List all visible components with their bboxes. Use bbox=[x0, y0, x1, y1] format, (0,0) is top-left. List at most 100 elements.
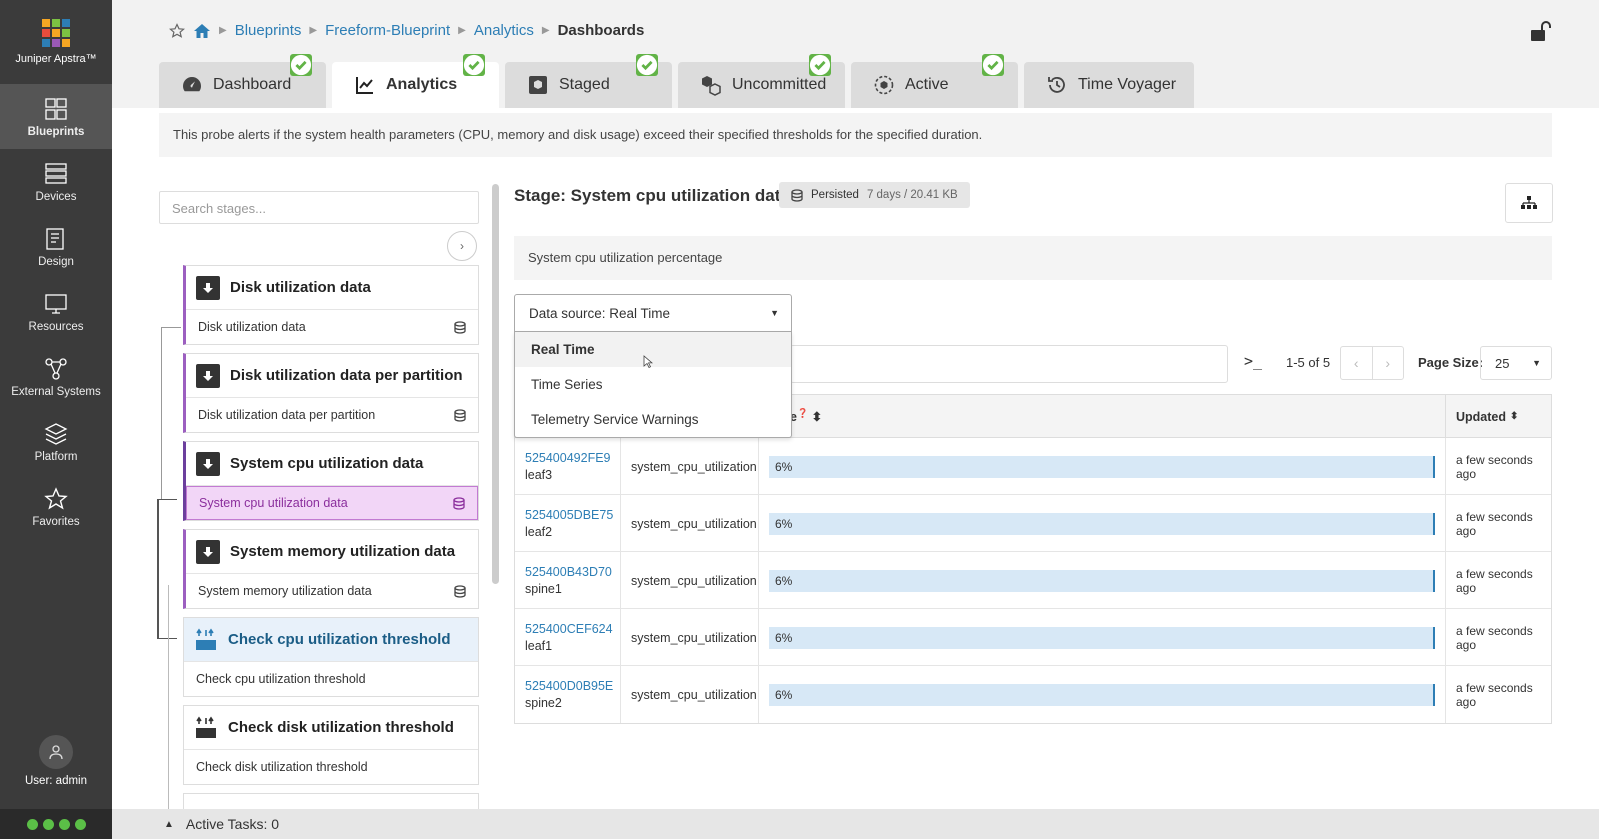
tab-staged[interactable]: Staged bbox=[505, 54, 672, 108]
history-icon bbox=[1048, 77, 1065, 93]
type-cell: system_cpu_utilization bbox=[620, 495, 758, 552]
tab-dashboard[interactable]: Dashboard bbox=[159, 54, 326, 108]
chevron-right-icon: › bbox=[460, 239, 464, 253]
user-menu[interactable]: User: admin bbox=[0, 735, 112, 787]
data-source-option-telemetry-warnings[interactable]: Telemetry Service Warnings bbox=[515, 402, 791, 437]
updated-cell: a few seconds ago bbox=[1445, 666, 1553, 723]
prev-page-button[interactable]: ‹ bbox=[1341, 347, 1372, 379]
sidebar-item-design[interactable]: Design bbox=[0, 214, 112, 279]
updated-cell: a few seconds ago bbox=[1445, 609, 1553, 666]
sidebar-item-platform[interactable]: Platform bbox=[0, 409, 112, 474]
value-bar: 6% bbox=[769, 683, 1435, 706]
system-id-link[interactable]: 525400D0B95E bbox=[525, 679, 620, 693]
stage-item-selected[interactable]: System cpu utilization data System cpu u… bbox=[183, 441, 479, 521]
sidebar-item-label: Design bbox=[38, 255, 74, 268]
caret-down-icon: ▼ bbox=[770, 308, 779, 318]
next-page-button[interactable]: › bbox=[1371, 347, 1404, 379]
blueprint-tabs: Dashboard Analytics Staged Uncommitted A… bbox=[159, 54, 1194, 108]
check-badge-icon bbox=[463, 54, 485, 76]
stage-list-scrollbar[interactable] bbox=[492, 184, 499, 584]
system-status-indicators[interactable] bbox=[0, 809, 112, 839]
design-icon bbox=[46, 227, 64, 250]
page-size-select[interactable]: 25 ▼ bbox=[1480, 346, 1552, 380]
sidebar: Juniper Apstra™ Blueprints Devices Desig… bbox=[0, 0, 112, 839]
breadcrumb-blueprints[interactable]: Blueprints bbox=[235, 22, 302, 39]
graph-view-button[interactable] bbox=[1505, 183, 1553, 223]
type-cell: system_cpu_utilization bbox=[620, 666, 758, 723]
sidebar-item-label: External Systems bbox=[11, 385, 101, 398]
system-id-link[interactable]: 525400B43D70 bbox=[525, 565, 620, 579]
stage-title-heading: Stage: System cpu utilization data bbox=[514, 186, 790, 205]
sidebar-item-resources[interactable]: Resources bbox=[0, 279, 112, 344]
resources-icon bbox=[45, 293, 67, 314]
bottom-bar[interactable]: ▲ Active Tasks: 0 bbox=[112, 809, 1599, 839]
table-row: 525400CEF624 leaf1 system_cpu_utilization… bbox=[515, 609, 1551, 666]
tab-uncommitted[interactable]: Uncommitted bbox=[678, 54, 845, 108]
cli-icon[interactable]: >_ bbox=[1244, 352, 1262, 370]
staged-icon bbox=[529, 76, 547, 94]
stage-title: System memory utilization data bbox=[230, 543, 456, 560]
sidebar-item-blueprints[interactable]: Blueprints bbox=[0, 84, 112, 149]
stage-item[interactable]: Check cpu utilization threshold Check cp… bbox=[183, 617, 479, 697]
tab-label: Uncommitted bbox=[732, 76, 827, 93]
sidebar-item-favorites[interactable]: Favorites bbox=[0, 474, 112, 539]
stage-item-partial[interactable] bbox=[183, 793, 479, 809]
check-badge-icon bbox=[982, 54, 1004, 76]
sidebar-item-devices[interactable]: Devices bbox=[0, 149, 112, 214]
stage-list: Disk utilization data Disk utilization d… bbox=[183, 265, 479, 809]
star-outline-icon[interactable] bbox=[169, 22, 185, 39]
tab-label: Active bbox=[905, 76, 949, 93]
tab-active[interactable]: Active bbox=[851, 54, 1018, 108]
tab-label: Time Voyager bbox=[1078, 76, 1177, 93]
sort-icon: ⬍ bbox=[1510, 411, 1519, 422]
sidebar-item-external-systems[interactable]: External Systems bbox=[0, 344, 112, 409]
breadcrumb-separator: ▶ bbox=[541, 25, 550, 36]
stage-item[interactable]: Disk utilization data per partition Disk… bbox=[183, 353, 479, 433]
stage-item[interactable]: System memory utilization data System me… bbox=[183, 529, 479, 609]
stage-subtitle: Check disk utilization threshold bbox=[196, 760, 368, 774]
page-size-value: 25 bbox=[1495, 355, 1510, 371]
stage-title: Disk utilization data per partition bbox=[230, 367, 463, 384]
database-icon bbox=[454, 408, 466, 422]
data-source-option-real-time[interactable]: Real Time bbox=[515, 332, 791, 367]
search-stages-input[interactable]: Search stages... bbox=[159, 191, 479, 224]
data-source-menu: Real Time Time Series Telemetry Service … bbox=[514, 332, 792, 438]
user-icon bbox=[39, 735, 73, 769]
tab-label: Staged bbox=[559, 76, 610, 93]
top-bar: ▶ Blueprints ▶ Freeform-Blueprint ▶ Anal… bbox=[112, 0, 1599, 108]
tab-time-voyager[interactable]: Time Voyager bbox=[1024, 62, 1194, 108]
value-bar: 6% bbox=[769, 455, 1435, 478]
stage-connector-line bbox=[161, 327, 181, 499]
stage-item[interactable]: Check disk utilization threshold Check d… bbox=[183, 705, 479, 785]
breadcrumb-analytics[interactable]: Analytics bbox=[474, 22, 534, 39]
system-id-link[interactable]: 5254005DBE75 bbox=[525, 508, 620, 522]
data-source-select[interactable]: Data source: Real Time ▼ bbox=[514, 294, 792, 332]
home-icon[interactable] bbox=[193, 23, 211, 39]
expand-panel-button[interactable]: › bbox=[447, 231, 477, 261]
app-logo[interactable]: Juniper Apstra™ bbox=[0, 0, 112, 84]
processor-icon bbox=[196, 716, 216, 738]
stage-title: System cpu utilization data bbox=[230, 455, 424, 472]
download-icon bbox=[196, 451, 220, 476]
unlock-icon[interactable] bbox=[1529, 20, 1553, 47]
system-id-link[interactable]: 525400CEF624 bbox=[525, 622, 620, 636]
database-icon bbox=[454, 320, 466, 334]
tab-analytics[interactable]: Analytics bbox=[332, 54, 499, 108]
hostname: spine1 bbox=[525, 582, 562, 596]
breadcrumb-freeform-blueprint[interactable]: Freeform-Blueprint bbox=[325, 22, 450, 39]
column-header-value[interactable]: e❓ ⬍ bbox=[790, 408, 822, 424]
system-id-link[interactable]: 525400492FE9 bbox=[525, 451, 620, 465]
type-cell: system_cpu_utilization bbox=[620, 609, 758, 666]
table-search-input[interactable] bbox=[790, 345, 1228, 383]
table-row: 525400B43D70 spine1 system_cpu_utilizatio… bbox=[515, 552, 1551, 609]
breadcrumb-separator: ▶ bbox=[309, 25, 318, 36]
column-header-updated[interactable]: Updated ⬍ bbox=[1445, 395, 1553, 438]
data-source-option-time-series[interactable]: Time Series bbox=[515, 367, 791, 402]
value-bar: 6% bbox=[769, 569, 1435, 592]
uncommitted-icon bbox=[702, 76, 721, 96]
sidebar-item-label: Devices bbox=[35, 190, 77, 203]
stage-title: Disk utilization data bbox=[230, 279, 371, 296]
devices-icon bbox=[45, 162, 67, 184]
breadcrumb: ▶ Blueprints ▶ Freeform-Blueprint ▶ Anal… bbox=[169, 22, 644, 39]
stage-item[interactable]: Disk utilization data Disk utilization d… bbox=[183, 265, 479, 345]
